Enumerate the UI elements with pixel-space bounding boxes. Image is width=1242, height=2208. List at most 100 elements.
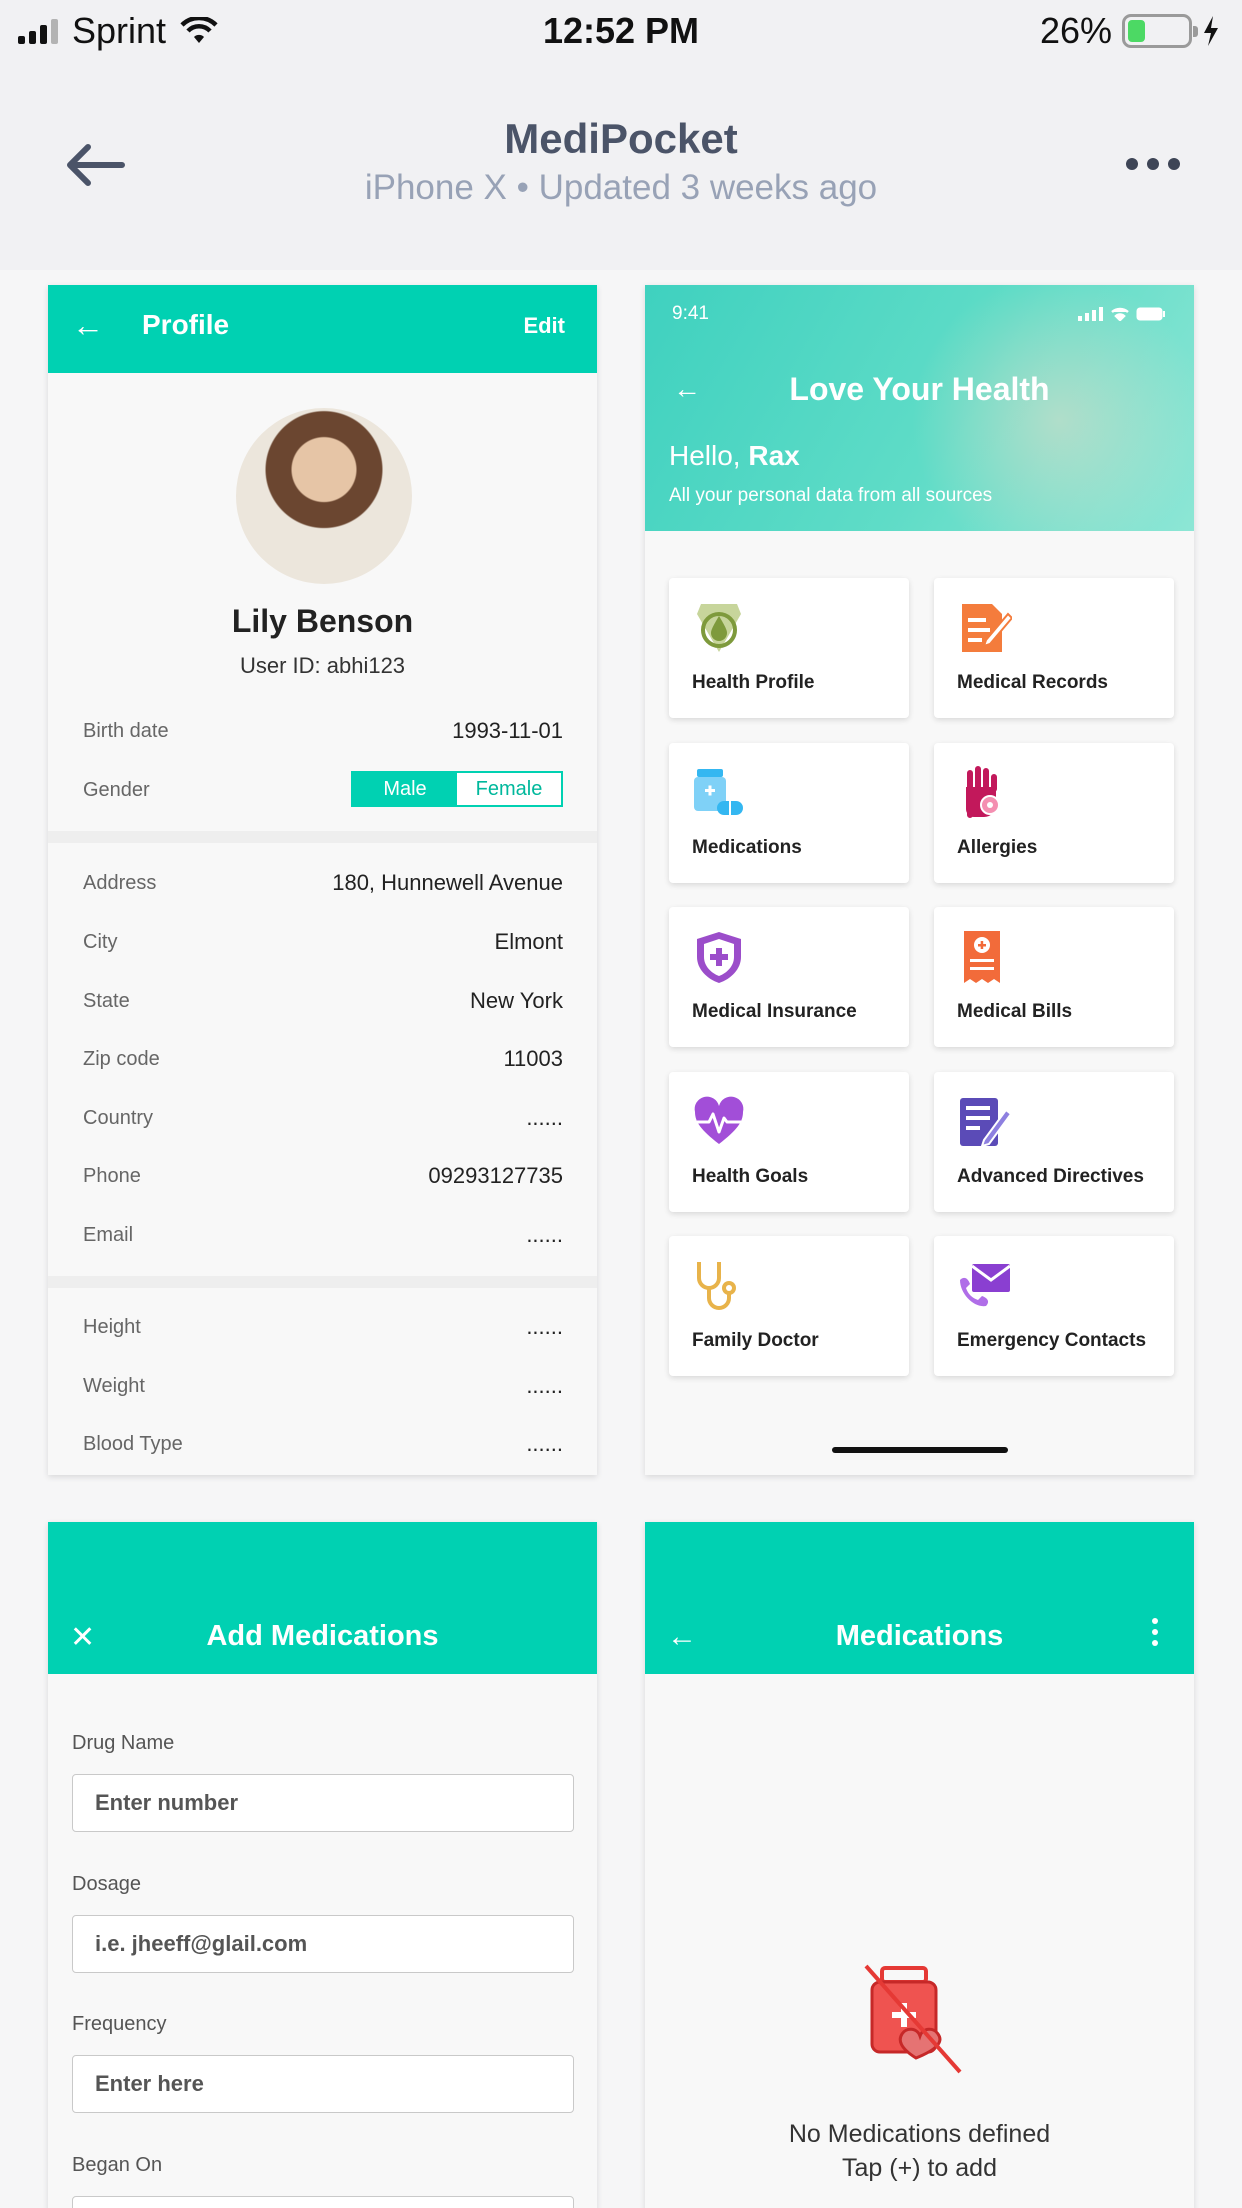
battery-icon [1122,14,1198,48]
app-subtitle: iPhone X • Updated 3 weeks ago [364,168,878,207]
country-row: Country ...... [83,1099,563,1139]
tile-health-profile[interactable]: Health Profile [669,578,909,718]
city-row: City Elmont [83,923,563,963]
battery-percent: 26% [1039,10,1112,51]
tile-family-doctor[interactable]: Family Doctor [669,1236,909,1376]
dashboard-card: 9:41 ← Love Your Health Hello, Rax All y… [645,285,1194,1475]
tile-allergies[interactable]: Allergies [934,743,1174,883]
avatar [236,408,412,584]
drug-name-label: Drug Name [72,1732,175,1754]
field-label: Gender [83,779,150,801]
field-value: ...... [526,1105,563,1130]
home-indicator [832,1447,1008,1453]
field-label: State [83,990,130,1012]
tile-medical-bills[interactable]: Medical Bills [934,907,1174,1047]
tile-label: Medical Insurance [692,1001,857,1022]
back-arrow-icon[interactable]: ← [72,307,104,344]
profile-title: Profile [142,309,230,340]
field-label: Birth date [83,720,169,742]
field-label: Country [83,1107,154,1129]
field-label: Phone [83,1165,141,1187]
field-value: New York [470,988,563,1013]
gender-option-female[interactable]: Female [457,773,561,805]
medications-title: Medications [835,1620,1004,1652]
tile-label: Medications [692,837,802,858]
field-label: Zip code [83,1048,160,1070]
edit-button[interactable]: Edit [523,313,565,339]
tile-label: Advanced Directives [957,1166,1144,1187]
add-medications-header: ✕ Add Medications [48,1522,597,1674]
field-label: Address [83,872,157,894]
tile-label: Family Doctor [692,1330,819,1351]
add-medications-title: Add Medications [206,1620,439,1652]
tile-label: Medical Bills [957,1001,1073,1022]
checklist-pen-icon [960,1098,1012,1148]
began-on-label: Began On [72,2154,163,2176]
dosage-label: Dosage [72,1873,141,1895]
phone-row: Phone 09293127735 [83,1157,563,1197]
profile-name: Lily Benson [231,603,414,639]
kebab-menu-icon[interactable] [1152,1618,1158,1646]
field-value: 11003 [503,1046,563,1071]
blood-type-row: Blood Type ...... [83,1425,563,1465]
signal-battery-icon [1078,307,1166,321]
profile-header: ← Profile Edit [48,285,597,373]
field-label: Height [83,1316,141,1338]
field-label: Weight [83,1375,145,1397]
medications-header: ← Medications [645,1522,1194,1674]
field-value: Elmont [494,929,563,954]
zip-code-row: Zip code 11003 [83,1040,563,1080]
birth-date-row: Birth date 1993-11-01 [83,712,563,752]
profile-card: ← Profile Edit Lily Benson User ID: abhi… [48,285,597,1475]
section-divider [48,831,597,843]
field-value: 180, Hunnewell Avenue [332,870,563,895]
add-medications-card: ✕ Add Medications Drug Name Dosage Frequ… [48,1522,597,2208]
medications-card: ← Medications No Medications defined Tap… [645,1522,1194,2208]
drop-badge-icon [697,604,741,652]
app-top-bar: Sprint 12:52 PM 26% MediPocket iPhone X … [0,0,1242,270]
email-row: Email ...... [83,1216,563,1256]
status-bar: Sprint 12:52 PM 26% [0,0,1242,64]
weight-row: Weight ...... [83,1367,563,1407]
tile-advanced-directives[interactable]: Advanced Directives [934,1072,1174,1212]
hand-virus-icon [966,766,1000,818]
tile-medical-insurance[interactable]: Medical Insurance [669,907,909,1047]
greeting: Hello, Rax [669,440,800,471]
frequency-input[interactable] [72,2055,574,2113]
field-label: Email [83,1224,134,1246]
drug-name-input[interactable] [72,1774,574,1832]
empty-state-message: No Medications defined [788,2120,1051,2148]
field-label: Blood Type [83,1433,183,1455]
field-value: ...... [526,1431,563,1456]
dashboard-title: Love Your Health [789,371,1050,407]
shield-plus-icon [697,932,741,983]
no-medication-icon [864,1964,962,2074]
document-pen-icon [962,604,1012,652]
tile-label: Emergency Contacts [957,1330,1147,1351]
pill-bottle-icon [694,769,743,815]
tile-label: Health Goals [692,1166,809,1187]
app-title: MediPocket [504,115,738,162]
dashboard-subtitle: All your personal data from all sources [669,485,993,506]
profile-user-id: User ID: abhi123 [239,653,406,678]
gender-toggle[interactable]: Male Female [351,771,563,807]
charging-bolt-icon [1204,16,1218,46]
gender-option-male[interactable]: Male [353,773,457,805]
state-row: State New York [83,982,563,1022]
user-name: Rax [748,440,800,471]
field-value: 1993-11-01 [452,718,563,743]
field-value: ...... [526,1373,563,1398]
tile-medical-records[interactable]: Medical Records [934,578,1174,718]
dosage-input[interactable] [72,1915,574,1973]
section-divider [48,1276,597,1288]
tile-emergency-contacts[interactable]: Emergency Contacts [934,1236,1174,1376]
bill-icon [964,931,1000,983]
tile-health-goals[interactable]: Health Goals [669,1072,909,1212]
tile-label: Health Profile [692,672,815,693]
tile-medications[interactable]: Medications [669,743,909,883]
tile-label: Allergies [957,837,1038,858]
began-on-input[interactable] [72,2196,574,2208]
address-row: Address 180, Hunnewell Avenue [83,864,563,904]
field-value: ...... [526,1314,563,1339]
more-options-icon[interactable] [1126,158,1180,170]
